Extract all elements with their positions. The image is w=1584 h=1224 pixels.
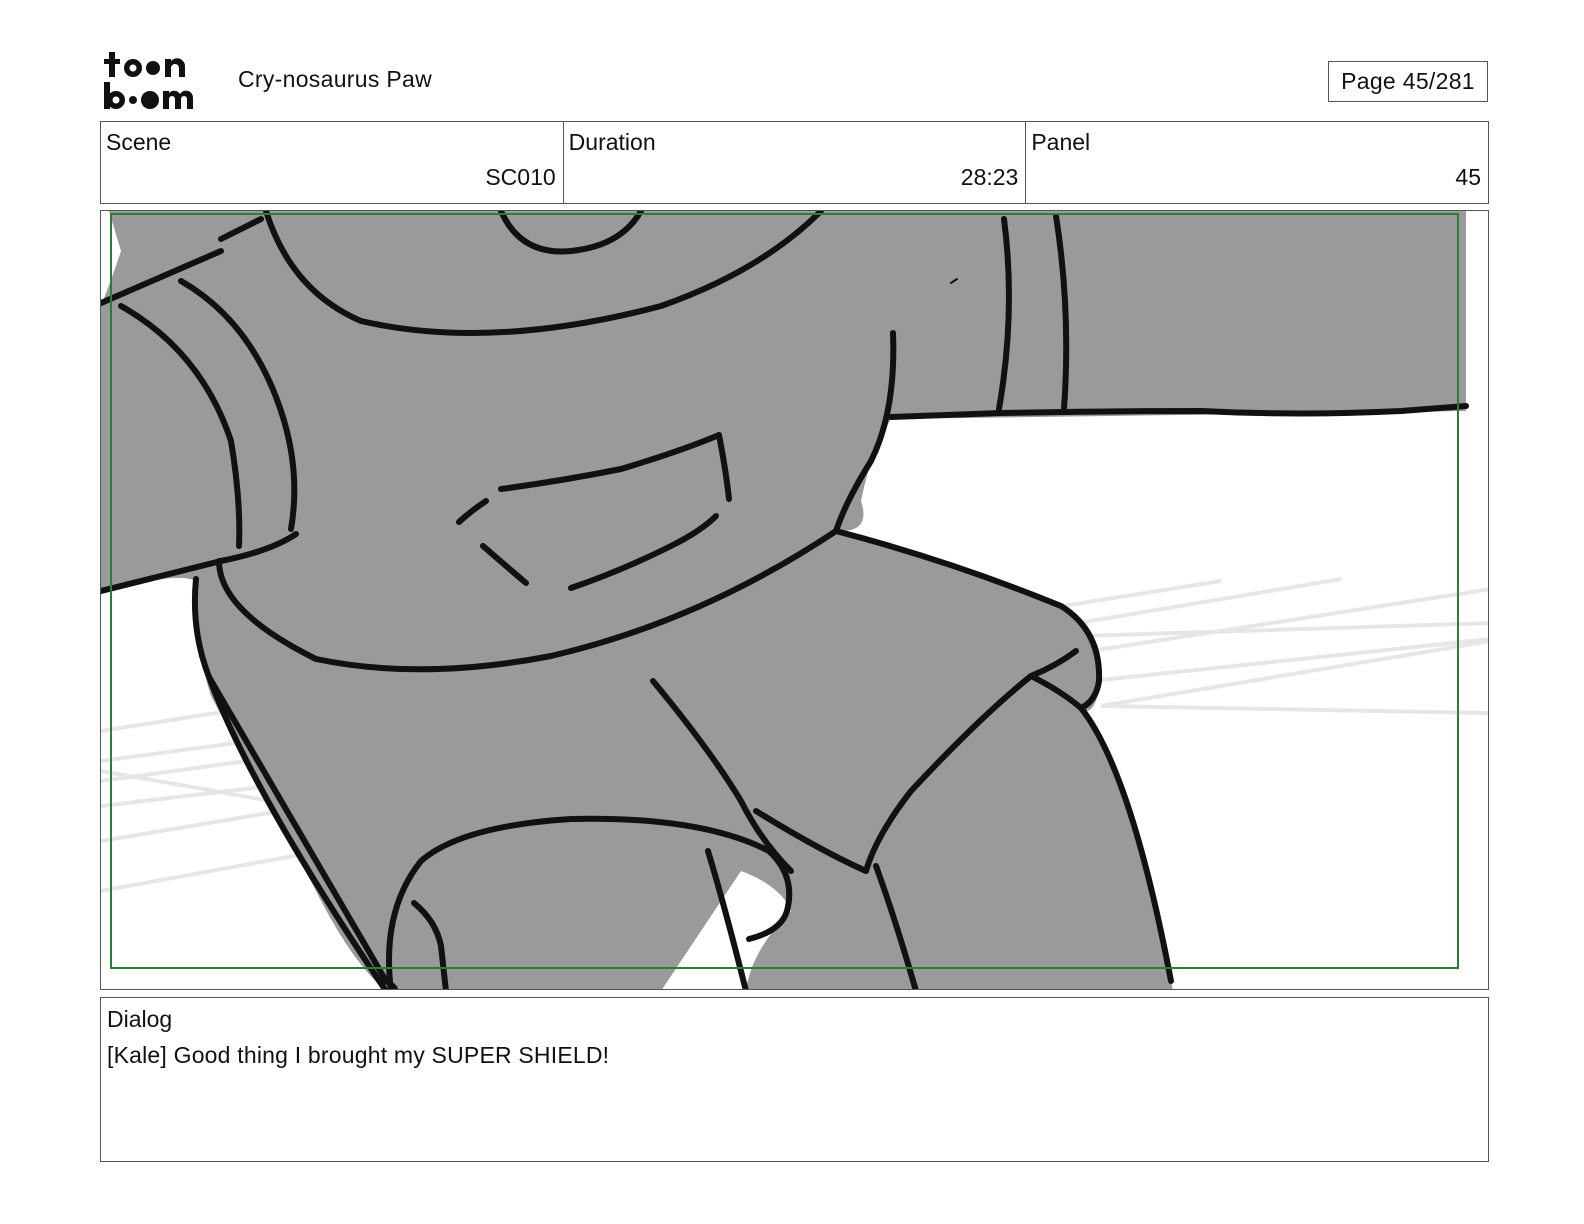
- page-label: Page: [1341, 68, 1397, 94]
- panel-cell: Panel 45: [1026, 122, 1488, 203]
- panel-drawing: [101, 211, 1488, 989]
- toon-boom-logo: [103, 50, 215, 112]
- scene-cell: Scene SC010: [101, 122, 564, 203]
- scene-value: SC010: [485, 164, 556, 190]
- duration-value: 28:23: [960, 164, 1019, 190]
- duration-cell: Duration 28:23: [564, 122, 1027, 203]
- dialog-box: Dialog [Kale] Good thing I brought my SU…: [100, 997, 1489, 1162]
- panel-value: 45: [1455, 164, 1482, 190]
- page-number: 45/281: [1402, 68, 1475, 94]
- panel-label: Panel: [1031, 129, 1091, 155]
- dialog-text: [Kale] Good thing I brought my SUPER SHI…: [107, 1042, 610, 1068]
- scene-label: Scene: [106, 129, 172, 155]
- page-indicator: Page 45/281: [1328, 61, 1488, 102]
- project-title: Cry-nosaurus Paw: [238, 66, 432, 92]
- panel-info-table: Scene SC010 Duration 28:23 Panel 45: [100, 121, 1489, 204]
- duration-label: Duration: [568, 129, 656, 155]
- storyboard-panel: [100, 210, 1489, 990]
- dialog-label: Dialog: [107, 1006, 173, 1032]
